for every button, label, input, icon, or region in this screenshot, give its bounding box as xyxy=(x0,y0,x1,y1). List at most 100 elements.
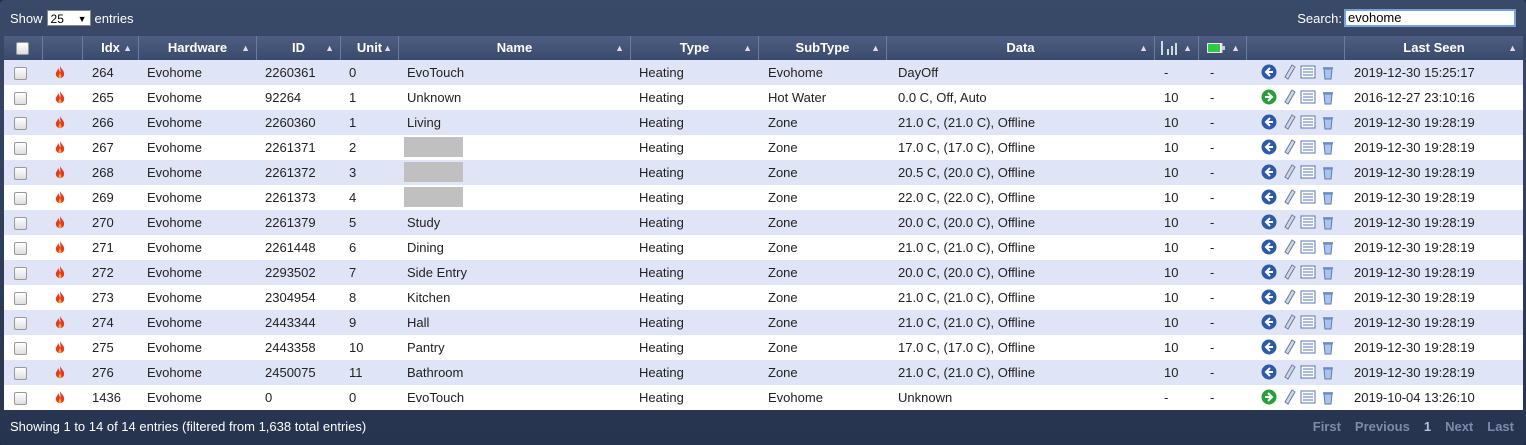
column-header-signal[interactable]: ▲ xyxy=(1154,36,1198,60)
back-arrow-icon[interactable] xyxy=(1261,114,1277,130)
pencil-icon[interactable] xyxy=(1282,389,1298,405)
row-checkbox[interactable] xyxy=(14,67,27,80)
column-header-data[interactable]: Data ▲ xyxy=(886,36,1154,60)
table-row[interactable]: 271 Evohome 2261448 6 Dining Heating Zone 21.0 … xyxy=(4,235,1523,260)
log-icon[interactable] xyxy=(1300,264,1316,280)
select-all-checkbox[interactable] xyxy=(16,42,29,55)
back-arrow-icon[interactable] xyxy=(1261,164,1277,180)
column-header-last-seen[interactable]: Last Seen ▲ xyxy=(1344,36,1523,60)
add-arrow-icon[interactable] xyxy=(1261,389,1277,405)
pencil-icon[interactable] xyxy=(1282,239,1298,255)
first-page-button[interactable]: First xyxy=(1311,419,1343,434)
back-arrow-icon[interactable] xyxy=(1261,189,1277,205)
log-icon[interactable] xyxy=(1300,114,1316,130)
pencil-icon[interactable] xyxy=(1282,289,1298,305)
row-checkbox[interactable] xyxy=(14,167,27,180)
log-icon[interactable] xyxy=(1300,289,1316,305)
log-icon[interactable] xyxy=(1300,314,1316,330)
back-arrow-icon[interactable] xyxy=(1261,314,1277,330)
next-page-button[interactable]: Next xyxy=(1443,419,1475,434)
pencil-icon[interactable] xyxy=(1282,339,1298,355)
back-arrow-icon[interactable] xyxy=(1261,239,1277,255)
table-row[interactable]: 265 Evohome 92264 1 Unknown Heating Hot Water 0… xyxy=(4,85,1523,110)
column-header-subtype[interactable]: SubType ▲ xyxy=(758,36,886,60)
trash-icon[interactable] xyxy=(1320,239,1336,255)
trash-icon[interactable] xyxy=(1320,89,1336,105)
back-arrow-icon[interactable] xyxy=(1261,64,1277,80)
log-icon[interactable] xyxy=(1300,189,1316,205)
log-icon[interactable] xyxy=(1300,389,1316,405)
search-input[interactable]: evohome xyxy=(1344,9,1516,27)
trash-icon[interactable] xyxy=(1320,264,1336,280)
row-checkbox[interactable] xyxy=(14,192,27,205)
log-icon[interactable] xyxy=(1300,239,1316,255)
trash-icon[interactable] xyxy=(1320,364,1336,380)
page-size-select[interactable]: 25 ▼ xyxy=(46,10,91,26)
pencil-icon[interactable] xyxy=(1282,164,1298,180)
pencil-icon[interactable] xyxy=(1282,314,1298,330)
log-icon[interactable] xyxy=(1300,64,1316,80)
column-header-hardware[interactable]: Hardware ▲ xyxy=(138,36,256,60)
back-arrow-icon[interactable] xyxy=(1261,139,1277,155)
row-checkbox[interactable] xyxy=(14,142,27,155)
pencil-icon[interactable] xyxy=(1282,64,1298,80)
trash-icon[interactable] xyxy=(1320,214,1336,230)
table-row[interactable]: 273 Evohome 2304954 8 Kitchen Heating Zone 21.0… xyxy=(4,285,1523,310)
trash-icon[interactable] xyxy=(1320,189,1336,205)
table-row[interactable]: 264 Evohome 2260361 0 EvoTouch Heating Evohome… xyxy=(4,60,1523,85)
column-header-id[interactable]: ID ▲ xyxy=(256,36,340,60)
trash-icon[interactable] xyxy=(1320,114,1336,130)
back-arrow-icon[interactable] xyxy=(1261,339,1277,355)
last-page-button[interactable]: Last xyxy=(1485,419,1516,434)
row-checkbox[interactable] xyxy=(14,217,27,230)
row-checkbox[interactable] xyxy=(14,317,27,330)
add-arrow-icon[interactable] xyxy=(1261,89,1277,105)
table-row[interactable]: 266 Evohome 2260360 1 Living Heating Zone 21.0 … xyxy=(4,110,1523,135)
log-icon[interactable] xyxy=(1300,164,1316,180)
trash-icon[interactable] xyxy=(1320,289,1336,305)
table-row[interactable]: 272 Evohome 2293502 7 Side Entry Heating Zone 2… xyxy=(4,260,1523,285)
table-row[interactable]: 269 Evohome 2261373 4 Heating Zone 22.0 C, (22… xyxy=(4,185,1523,210)
column-header-name[interactable]: Name ▲ xyxy=(398,36,630,60)
log-icon[interactable] xyxy=(1300,364,1316,380)
trash-icon[interactable] xyxy=(1320,339,1336,355)
pencil-icon[interactable] xyxy=(1282,114,1298,130)
previous-page-button[interactable]: Previous xyxy=(1353,419,1412,434)
column-header-type[interactable]: Type ▲ xyxy=(630,36,758,60)
column-header-idx[interactable]: Idx ▲ xyxy=(82,36,138,60)
row-checkbox[interactable] xyxy=(14,92,27,105)
column-header-unit[interactable]: Unit ▲ xyxy=(340,36,398,60)
column-header-battery[interactable]: ▲ xyxy=(1198,36,1246,60)
pencil-icon[interactable] xyxy=(1282,189,1298,205)
row-checkbox[interactable] xyxy=(14,367,27,380)
back-arrow-icon[interactable] xyxy=(1261,364,1277,380)
pencil-icon[interactable] xyxy=(1282,364,1298,380)
back-arrow-icon[interactable] xyxy=(1261,289,1277,305)
table-row[interactable]: 1436 Evohome 0 0 EvoTouch Heating Evohome Unkno… xyxy=(4,385,1523,410)
log-icon[interactable] xyxy=(1300,89,1316,105)
table-row[interactable]: 270 Evohome 2261379 5 Study Heating Zone 20.0 C… xyxy=(4,210,1523,235)
trash-icon[interactable] xyxy=(1320,164,1336,180)
log-icon[interactable] xyxy=(1300,214,1316,230)
pencil-icon[interactable] xyxy=(1282,214,1298,230)
table-row[interactable]: 275 Evohome 2443358 10 Pantry Heating Zone 17.0… xyxy=(4,335,1523,360)
back-arrow-icon[interactable] xyxy=(1261,264,1277,280)
select-all-header[interactable] xyxy=(4,36,42,60)
table-row[interactable]: 274 Evohome 2443344 9 Hall Heating Zone 21.0 C,… xyxy=(4,310,1523,335)
trash-icon[interactable] xyxy=(1320,389,1336,405)
log-icon[interactable] xyxy=(1300,139,1316,155)
log-icon[interactable] xyxy=(1300,339,1316,355)
table-row[interactable]: 267 Evohome 2261371 2 Heating Zone 17.0 C, (17… xyxy=(4,135,1523,160)
pencil-icon[interactable] xyxy=(1282,139,1298,155)
row-checkbox[interactable] xyxy=(14,342,27,355)
page-1-button[interactable]: 1 xyxy=(1422,419,1433,434)
back-arrow-icon[interactable] xyxy=(1261,214,1277,230)
pencil-icon[interactable] xyxy=(1282,264,1298,280)
trash-icon[interactable] xyxy=(1320,314,1336,330)
trash-icon[interactable] xyxy=(1320,139,1336,155)
table-row[interactable]: 276 Evohome 2450075 11 Bathroom Heating Zone 21… xyxy=(4,360,1523,385)
row-checkbox[interactable] xyxy=(14,392,27,405)
row-checkbox[interactable] xyxy=(14,242,27,255)
pencil-icon[interactable] xyxy=(1282,89,1298,105)
row-checkbox[interactable] xyxy=(14,292,27,305)
